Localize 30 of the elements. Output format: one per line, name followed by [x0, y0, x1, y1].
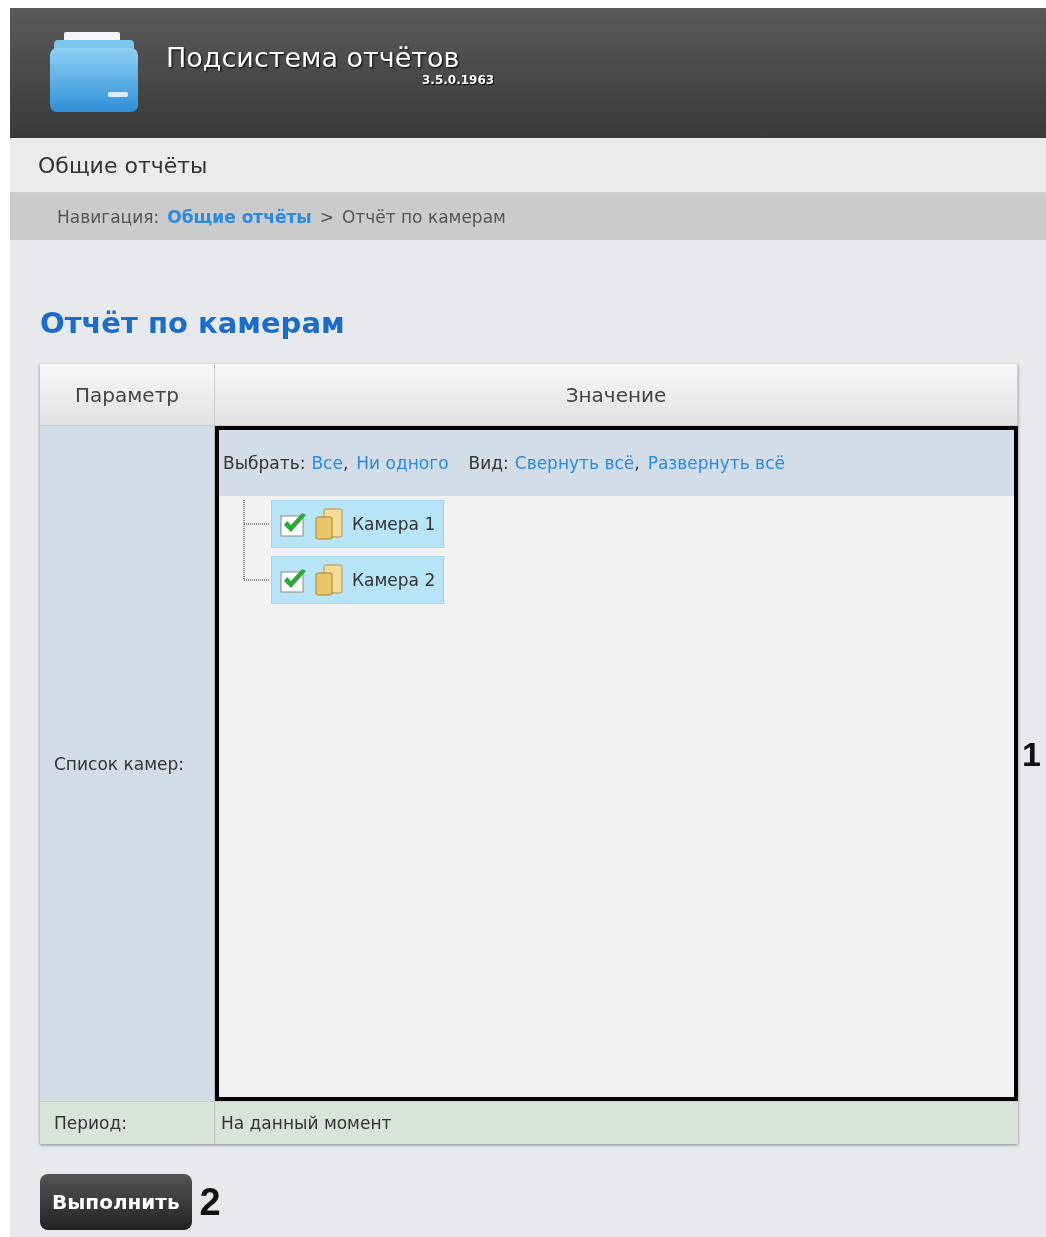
separator-text: , [342, 453, 349, 473]
checked-checkbox-icon[interactable] [280, 511, 308, 537]
version-text: 3.5.0.1963 [422, 72, 495, 87]
camera-folder-icon [314, 508, 344, 540]
camera-node[interactable]: Камера 2 [271, 556, 445, 604]
table-cell: На данный момент [215, 1101, 1018, 1144]
section-title: Общие отчёты [38, 152, 208, 178]
column-header: Значение [215, 364, 1018, 426]
view-link[interactable]: Развернуть всё [647, 453, 785, 473]
breadcrumb-label: Навигация: [57, 206, 160, 227]
select-label: Выбрать: [223, 453, 306, 473]
breadcrumb-link[interactable]: Общие отчёты [167, 206, 312, 227]
checked-checkbox-icon[interactable] [280, 567, 308, 593]
camera-node[interactable]: Камера 1 [271, 500, 445, 548]
camera-folder-icon [314, 564, 344, 596]
separator-text: , [634, 453, 640, 473]
table-cell: Период: [40, 1101, 215, 1144]
select-link[interactable]: Ни одного [356, 453, 449, 473]
view-link[interactable]: Свернуть всё [514, 453, 635, 473]
select-link[interactable]: Все [311, 453, 343, 473]
page-title: Отчёт по камерам [40, 306, 346, 342]
column-header: Параметр [40, 364, 215, 426]
app-title: Подсистема отчётов [166, 41, 461, 73]
table-cell: Список камер: [40, 426, 215, 1101]
breadcrumb-current: Отчёт по камерам [341, 206, 506, 227]
callout-number: 2 [199, 1180, 221, 1224]
run-button[interactable]: Выполнить [40, 1174, 192, 1230]
breadcrumb-separator: > [319, 206, 334, 227]
view-label: Вид: [468, 453, 509, 473]
callout-number: 1 [1022, 734, 1041, 774]
